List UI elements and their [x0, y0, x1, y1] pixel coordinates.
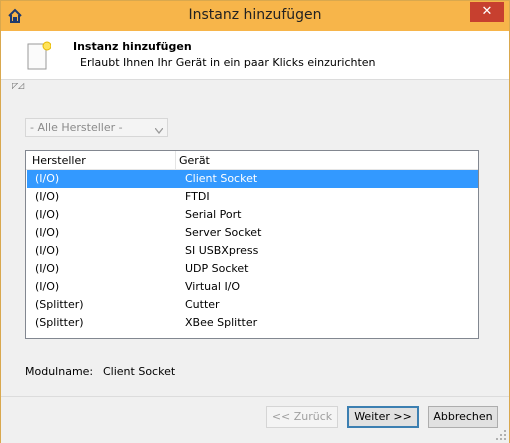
resize-grip-icon[interactable]	[496, 430, 506, 440]
column-separator[interactable]	[175, 151, 176, 169]
chevron-down-icon	[154, 124, 164, 135]
wizard-header: Instanz hinzufügen Erlaubt Ihnen Ihr Ger…	[1, 31, 509, 80]
back-button[interactable]: << Zurück	[266, 406, 338, 428]
list-header: Hersteller Gerät	[26, 151, 478, 170]
list-item[interactable]: (I/O) Server Socket	[27, 224, 478, 242]
vendor-cell: (Splitter)	[35, 316, 84, 329]
list-item[interactable]: (I/O) Client Socket	[27, 170, 478, 188]
vendor-cell: (I/O)	[35, 208, 60, 221]
vendor-cell: (I/O)	[35, 280, 60, 293]
module-name-label: Modulname:	[25, 365, 94, 378]
header-title: Instanz hinzufügen	[73, 40, 192, 53]
column-header-device[interactable]: Gerät	[179, 154, 210, 167]
vendor-cell: (I/O)	[35, 226, 60, 239]
list-item[interactable]: (I/O) SI USBXpress	[27, 242, 478, 260]
list-item[interactable]: (I/O) Virtual I/O	[27, 278, 478, 296]
vendor-filter-value: - Alle Hersteller -	[30, 121, 123, 134]
module-name-value: Client Socket	[103, 365, 176, 378]
device-list[interactable]: Hersteller Gerät (I/O) Client Socket (I/…	[25, 150, 479, 339]
vendor-cell: (I/O)	[35, 262, 60, 275]
list-item[interactable]: (Splitter) Cutter	[27, 296, 478, 314]
device-cell: UDP Socket	[185, 262, 249, 275]
list-item[interactable]: (Splitter) XBee Splitter	[27, 314, 478, 332]
close-button[interactable]: ✕	[470, 2, 504, 22]
vendor-cell: (I/O)	[35, 172, 60, 185]
device-cell: FTDI	[185, 190, 210, 203]
vendor-cell: (I/O)	[35, 244, 60, 257]
window-title: Instanz hinzufügen	[188, 7, 322, 23]
device-cell: Client Socket	[185, 172, 258, 185]
button-bar: << Zurück Weiter >> Abbrechen	[1, 396, 509, 443]
column-header-vendor[interactable]: Hersteller	[32, 154, 86, 167]
device-cell: Server Socket	[185, 226, 262, 239]
close-icon: ✕	[481, 4, 493, 19]
vendor-cell: (I/O)	[35, 190, 60, 203]
device-cell: XBee Splitter	[185, 316, 258, 329]
vendor-filter-select[interactable]: - Alle Hersteller -	[25, 118, 168, 137]
device-cell: Cutter	[185, 298, 220, 311]
device-cell: SI USBXpress	[185, 244, 259, 257]
title-bar[interactable]: Instanz hinzufügen ✕	[1, 1, 509, 31]
collapse-toggle[interactable]: ◸◿	[12, 81, 24, 90]
new-document-icon	[27, 41, 52, 70]
header-subtitle: Erlaubt Ihnen Ihr Gerät in ein paar Klic…	[80, 56, 376, 69]
dialog-window: Instanz hinzufügen ✕ Instanz hinzufügen …	[0, 0, 510, 443]
vendor-cell: (Splitter)	[35, 298, 84, 311]
list-item[interactable]: (I/O) Serial Port	[27, 206, 478, 224]
cancel-button[interactable]: Abbrechen	[428, 406, 498, 428]
device-cell: Virtual I/O	[185, 280, 241, 293]
next-button[interactable]: Weiter >>	[347, 406, 419, 428]
device-cell: Serial Port	[185, 208, 242, 221]
list-item[interactable]: (I/O) UDP Socket	[27, 260, 478, 278]
list-item[interactable]: (I/O) FTDI	[27, 188, 478, 206]
